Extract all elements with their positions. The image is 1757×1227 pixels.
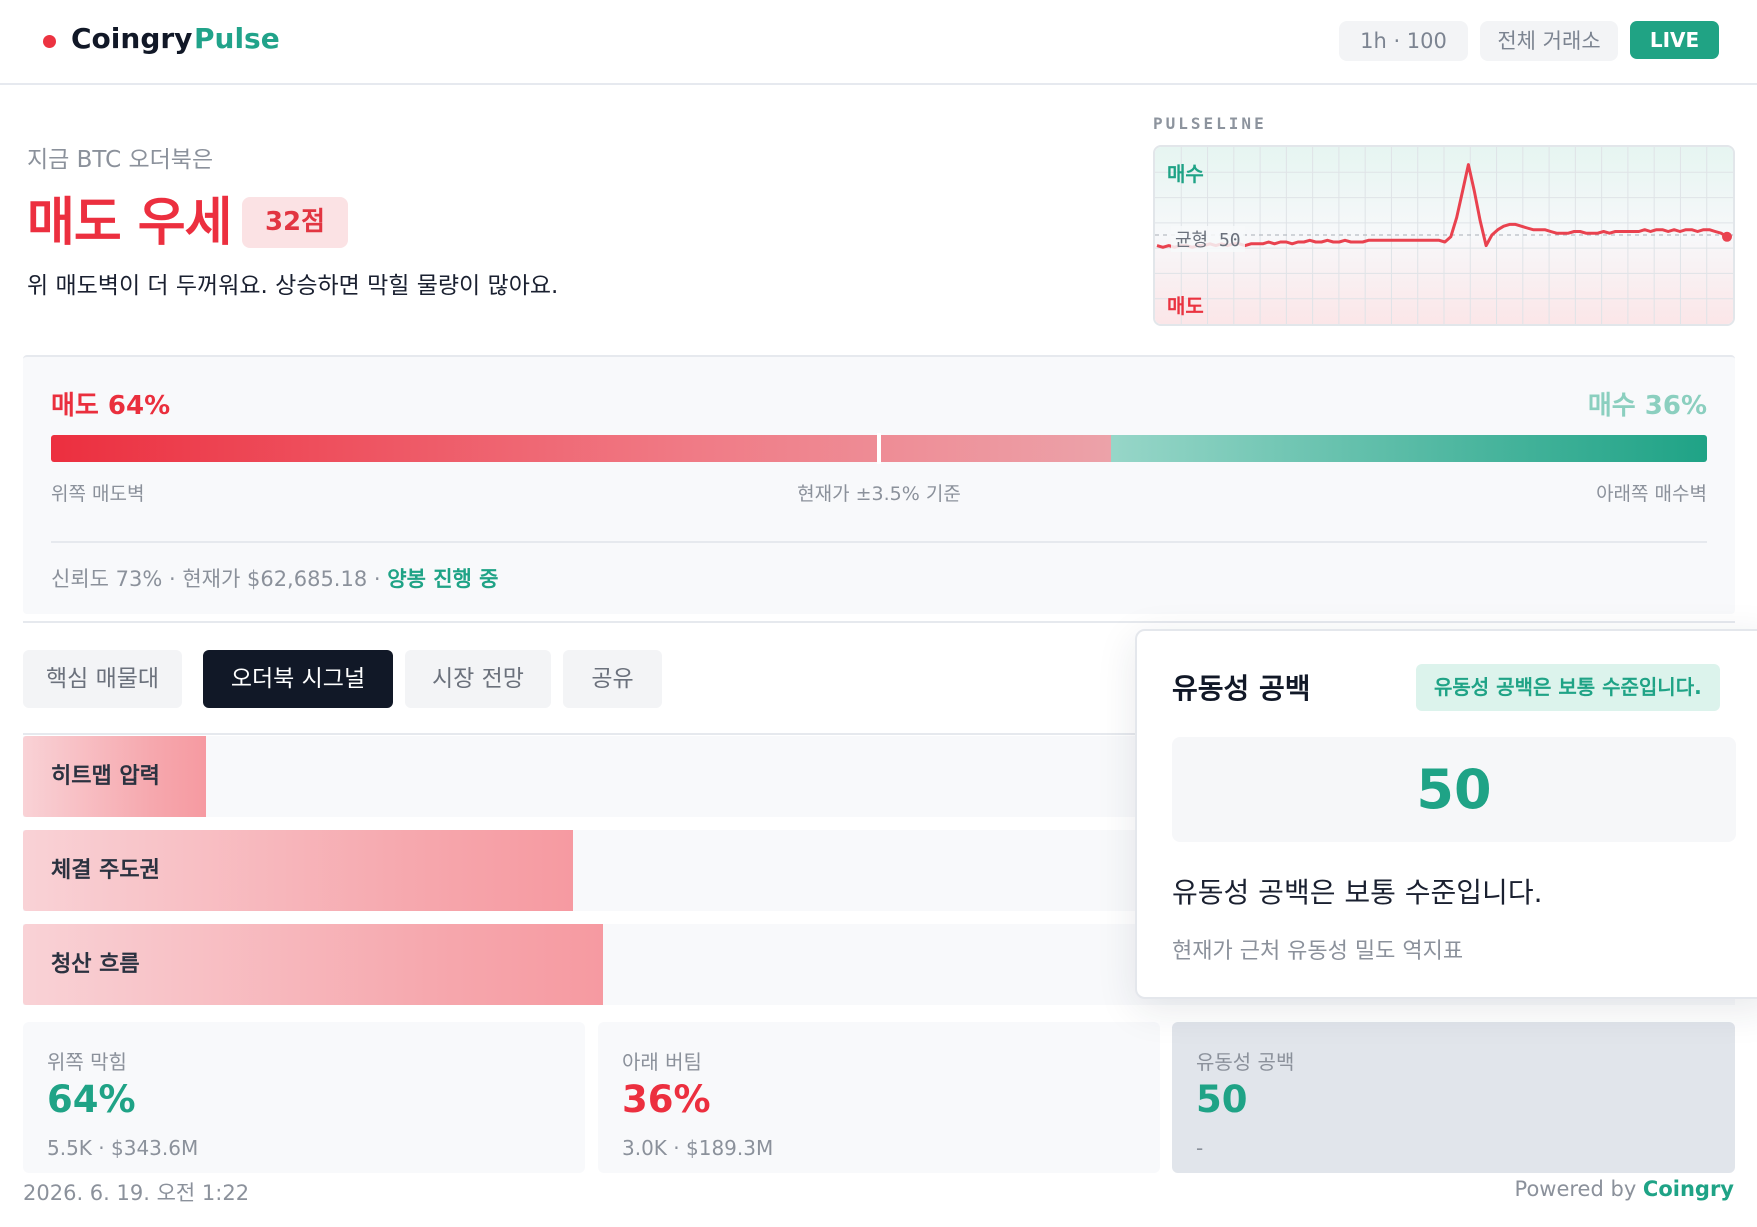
popover-score: 50 [1172, 737, 1736, 842]
hero-title: 매도 우세 [27, 193, 232, 253]
card-label: 위쪽 막힘 [47, 1050, 127, 1074]
hero-kicker: 지금 BTC 오더북은 [27, 147, 214, 173]
top-header: Coingry Pulse 1h · 100 전체 거래소 LIVE [0, 0, 1757, 85]
pulseline-sell-label: 매도 [1167, 294, 1204, 318]
pulseline-chart: 매수 균형 50 매도 [1153, 145, 1735, 326]
tab-orderbook-signals[interactable]: 오더북 시그널 [203, 650, 393, 708]
live-dot-icon [43, 35, 56, 48]
powered-by-brand-link[interactable]: Coingry [1643, 1177, 1734, 1201]
balance-midpoint-marker [877, 433, 881, 464]
lower-buy-wall-caption: 아래쪽 매수벽 [1596, 483, 1707, 505]
pulseline-mid-label: 균형 50 [1171, 226, 1245, 252]
card-sub: 3.0K · $189.3M [622, 1136, 774, 1160]
tab-share[interactable]: 공유 [563, 650, 662, 708]
exchange-selector-button[interactable]: 전체 거래소 [1480, 21, 1618, 61]
timestamp: 2026. 6. 19. 오전 1:22 [23, 1181, 250, 1205]
range-caption: 현재가 ±3.5% 기준 [797, 483, 961, 505]
pulseline-label: PULSELINE [1153, 114, 1267, 133]
card-value: 36% [622, 1078, 711, 1121]
live-badge[interactable]: LIVE [1630, 21, 1719, 59]
tab-key-levels[interactable]: 핵심 매물대 [23, 650, 182, 708]
card-label: 아래 버팀 [622, 1050, 702, 1074]
popover-note: 현재가 근처 유동성 밀도 역지표 [1172, 939, 1464, 964]
candle-status: 양봉 진행 중 [387, 567, 499, 591]
brand-product[interactable]: Pulse [194, 22, 280, 55]
liquidity-gap-popover[interactable]: 유동성 공백 유동성 공백은 보통 수준입니다. 50 유동성 공백은 보통 수… [1135, 629, 1757, 999]
popover-title: 유동성 공백 [1172, 672, 1311, 705]
pulseline-current-point [1722, 231, 1732, 242]
buy-pressure-fill [1110, 435, 1707, 462]
range-selector-button[interactable]: 1h · 100 [1339, 21, 1468, 61]
sell-pressure-fill [51, 435, 1111, 462]
sell-pressure-label: 매도 64% [51, 391, 171, 421]
signal-label: 히트맵 압력 [51, 764, 160, 789]
powered-by: Powered by Coingry [1515, 1177, 1734, 1201]
pulseline-buy-label: 매수 [1167, 162, 1204, 186]
powered-by-prefix: Powered by [1514, 1177, 1643, 1201]
card-sub: 5.5K · $343.6M [47, 1136, 199, 1160]
score-badge: 32점 [242, 197, 348, 248]
section-divider [23, 621, 1735, 623]
hero-description: 위 매도벽이 더 두꺼워요. 상승하면 막힐 물량이 많아요. [27, 273, 559, 299]
brand-name[interactable]: Coingry [71, 22, 192, 55]
signal-label: 청산 흐름 [51, 952, 140, 977]
confidence-footer: 신뢰도 73% · 현재가 $62,685.18 · 양봉 진행 중 [51, 563, 498, 593]
stat-card-liquidity-gap[interactable]: 유동성 공백 50 - [1172, 1022, 1735, 1173]
popover-text: 유동성 공백은 보통 수준입니다. [1172, 876, 1543, 909]
card-value: 64% [47, 1078, 136, 1121]
stat-card-lower-support[interactable]: 아래 버팀 36% 3.0K · $189.3M [598, 1022, 1160, 1173]
card-sub: - [1196, 1136, 1204, 1160]
card-value: 50 [1196, 1078, 1248, 1121]
popover-status-badge: 유동성 공백은 보통 수준입니다. [1416, 664, 1720, 711]
tab-market-outlook[interactable]: 시장 전망 [405, 650, 551, 708]
buy-pressure-label: 매수 36% [1587, 391, 1707, 421]
divider [51, 541, 1707, 543]
pressure-balance-panel: 매도 64% 매수 36% 위쪽 매도벽 현재가 ±3.5% 기준 아래쪽 매수… [23, 355, 1735, 614]
stat-card-upper-block[interactable]: 위쪽 막힘 64% 5.5K · $343.6M [23, 1022, 585, 1173]
card-label: 유동성 공백 [1196, 1050, 1295, 1074]
confidence-text: 신뢰도 73% · 현재가 $62,685.18 · [51, 567, 388, 591]
signal-label: 체결 주도권 [51, 858, 160, 883]
